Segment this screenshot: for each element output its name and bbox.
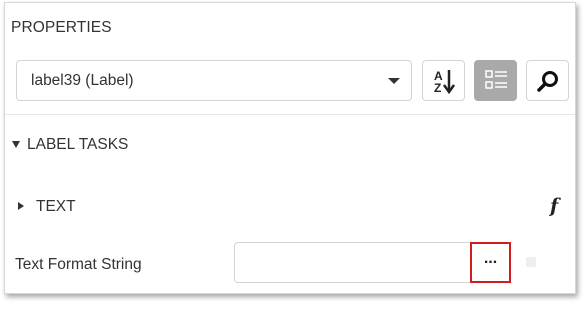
property-marker[interactable] xyxy=(526,257,536,267)
text-section-header[interactable]: TEXT f xyxy=(5,189,575,225)
object-selector-value: label39 (Label) xyxy=(31,72,134,89)
sort-alphabetical-button[interactable]: A Z xyxy=(422,60,465,101)
text-format-string-input[interactable] xyxy=(234,242,510,283)
categorized-view-button[interactable] xyxy=(474,60,517,101)
categorized-view-icon xyxy=(485,70,507,89)
object-selector-dropdown[interactable]: label39 (Label) xyxy=(16,60,412,101)
search-icon xyxy=(537,71,558,92)
text-section-title: TEXT xyxy=(36,198,76,215)
caret-right-icon xyxy=(18,202,24,210)
text-format-string-label: Text Format String xyxy=(15,256,142,273)
chevron-down-icon[interactable] xyxy=(388,78,400,84)
sort-alphabetical-icon: A Z xyxy=(434,69,456,95)
section-divider xyxy=(5,114,575,115)
panel-title: PROPERTIES xyxy=(11,19,112,36)
function-icon[interactable]: f xyxy=(550,195,558,217)
ellipsis-button[interactable]: ... xyxy=(470,242,511,283)
label-tasks-header[interactable]: LABEL TASKS xyxy=(27,136,128,154)
svg-text:Z: Z xyxy=(434,81,441,95)
search-button[interactable] xyxy=(526,60,569,101)
properties-panel: PROPERTIES label39 (Label) A Z LABEL TAS… xyxy=(4,2,576,294)
caret-down-icon[interactable] xyxy=(12,141,20,148)
